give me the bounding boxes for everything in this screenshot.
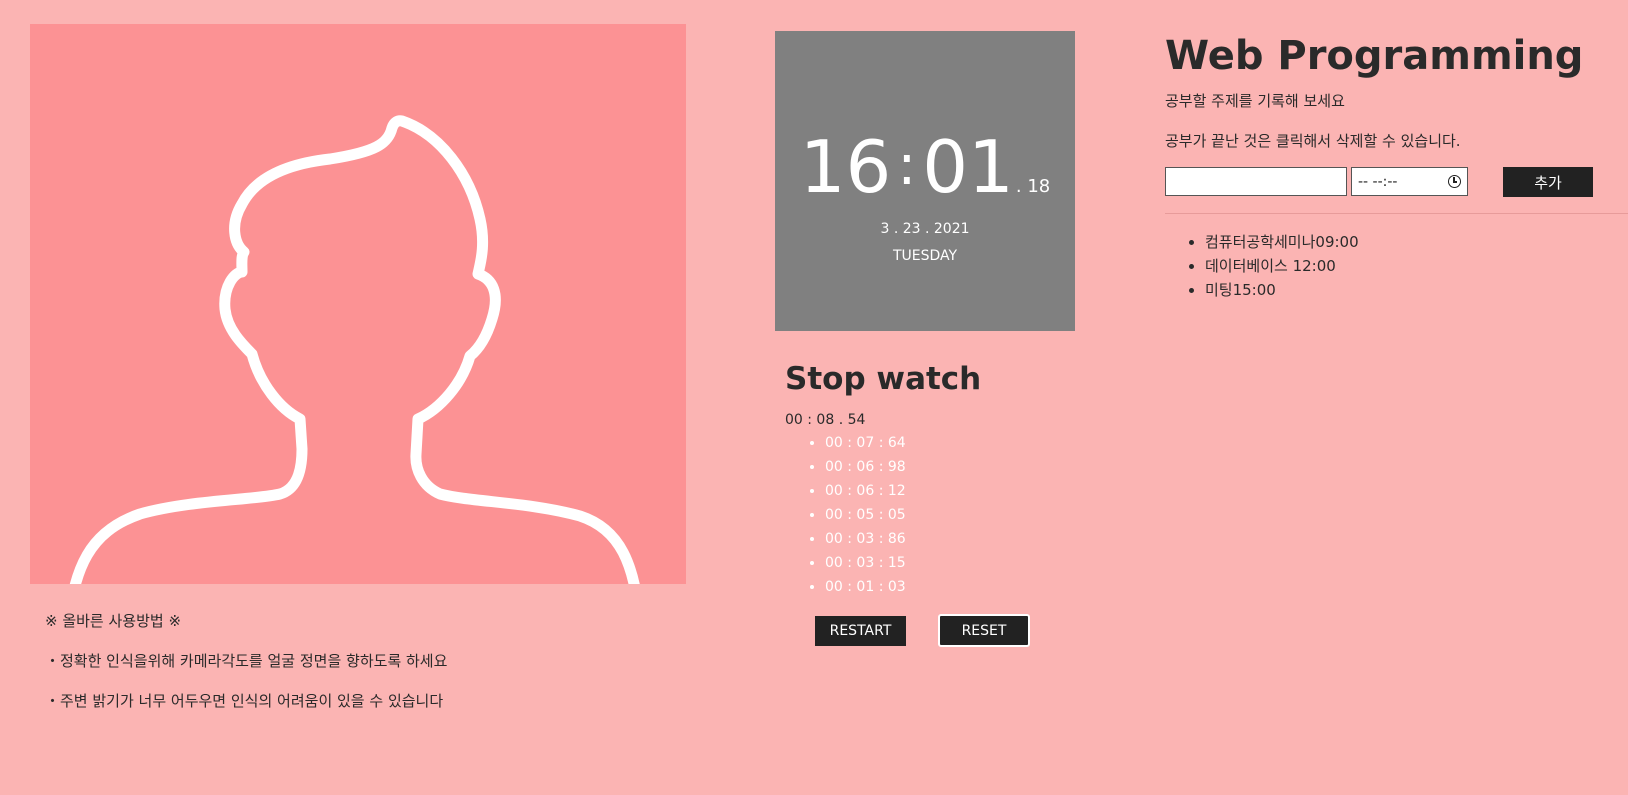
digital-clock: 16:01. 18 3 . 23 . 2021 TUESDAY	[775, 31, 1075, 331]
lap-item: 00 : 03 : 86	[825, 529, 906, 553]
lap-item: 00 : 01 : 03	[825, 577, 906, 601]
lap-item: 00 : 06 : 12	[825, 481, 906, 505]
clock-hours: 16	[799, 125, 892, 209]
usage-tip: ・정확한 인식을위해 카메라각도를 얼굴 정면을 향하도록 하세요	[45, 652, 448, 670]
stopwatch-title: Stop watch	[785, 361, 982, 397]
todo-item[interactable]: 데이터베이스 12:00	[1205, 256, 1359, 280]
topic-input[interactable]	[1165, 167, 1347, 196]
stopwatch-current-time: 00 : 08 . 54	[785, 412, 866, 428]
usage-guide: ※ 올바른 사용방법 ※ ・정확한 인식을위해 카메라각도를 얼굴 정면을 향하…	[45, 612, 447, 732]
reset-button[interactable]: RESET	[938, 614, 1030, 647]
lap-item: 00 : 03 : 15	[825, 553, 906, 577]
clock-minutes: 01	[922, 125, 1014, 209]
divider	[1165, 213, 1628, 214]
clock-day: TUESDAY	[892, 248, 958, 264]
todo-instruction: 공부가 끝난 것은 클릭해서 삭제할 수 있습니다.	[1165, 132, 1461, 150]
camera-view	[30, 24, 686, 584]
lap-item: 00 : 06 : 98	[825, 457, 906, 481]
lap-list: 00 : 07 : 64 00 : 06 : 98 00 : 06 : 12 0…	[784, 433, 906, 601]
page: ※ 올바른 사용방법 ※ ・정확한 인식을위해 카메라각도를 얼굴 정면을 향하…	[0, 0, 1628, 795]
clock-seconds: . 18	[1015, 176, 1051, 197]
time-input-value: -- --:--	[1358, 173, 1398, 190]
time-input[interactable]: -- --:--	[1351, 167, 1468, 196]
clock-date: 3 . 23 . 2021	[880, 221, 970, 237]
restart-button[interactable]: RESTART	[815, 616, 906, 646]
clock-time: 16:01. 18	[775, 126, 1075, 227]
todo-item[interactable]: 미팅15:00	[1205, 280, 1359, 304]
usage-tip: ・주변 밝기가 너무 어두우면 인식의 어려움이 있을 수 있습니다	[45, 692, 444, 710]
todo-item[interactable]: 컴퓨터공학세미나09:00	[1205, 232, 1359, 256]
clock-separator: :	[897, 133, 917, 198]
usage-guide-heading: ※ 올바른 사용방법 ※	[45, 612, 182, 630]
clock-icon[interactable]	[1448, 175, 1461, 188]
todo-list: 컴퓨터공학세미나09:00 데이터베이스 12:00 미팅15:00	[1165, 232, 1359, 304]
page-title: Web Programming	[1165, 33, 1584, 79]
todo-subtitle: 공부할 주제를 기록해 보세요	[1165, 92, 1345, 110]
add-button[interactable]: 추가	[1503, 167, 1593, 197]
lap-item: 00 : 07 : 64	[825, 433, 906, 457]
person-silhouette-icon	[69, 115, 640, 584]
lap-item: 00 : 05 : 05	[825, 505, 906, 529]
